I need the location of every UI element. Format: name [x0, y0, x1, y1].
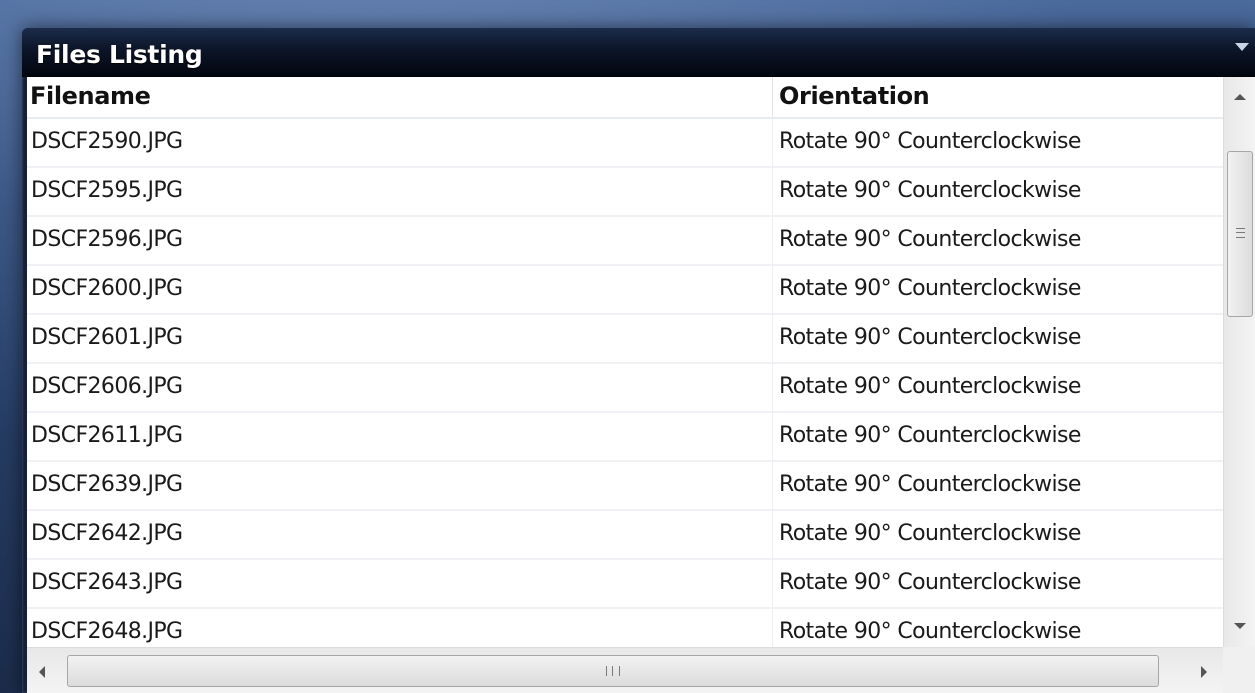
column-header-orientation[interactable]: Orientation: [779, 82, 930, 110]
column-header-filename[interactable]: Filename: [30, 82, 151, 110]
orientation-cell: Rotate 90° Counterclockwise: [779, 521, 1081, 546]
horizontal-scroll-thumb[interactable]: [67, 655, 1159, 687]
filename-cell: DSCF2596.JPG: [31, 227, 183, 252]
vertical-scroll-thumb[interactable]: [1227, 151, 1253, 317]
filename-cell: DSCF2639.JPG: [31, 472, 183, 497]
filename-cell: DSCF2643.JPG: [31, 570, 183, 595]
scroll-up-arrow-icon[interactable]: [1234, 94, 1246, 100]
cell-divider: [772, 266, 773, 315]
filename-cell: DSCF2595.JPG: [31, 178, 183, 203]
panel-titlebar: Files Listing: [22, 28, 1255, 77]
cell-divider: [772, 462, 773, 511]
cell-divider: [772, 511, 773, 560]
cell-divider: [772, 413, 773, 462]
scroll-down-arrow-icon[interactable]: [1234, 623, 1246, 629]
table-row[interactable]: DSCF2606.JPG Rotate 90° Counterclockwise: [27, 364, 1223, 413]
table-row[interactable]: DSCF2595.JPG Rotate 90° Counterclockwise: [27, 168, 1223, 217]
table-row[interactable]: DSCF2642.JPG Rotate 90° Counterclockwise: [27, 511, 1223, 560]
orientation-cell: Rotate 90° Counterclockwise: [779, 227, 1081, 252]
filename-cell: DSCF2642.JPG: [31, 521, 183, 546]
horizontal-scrollbar[interactable]: [27, 647, 1223, 693]
table-header: Filename Orientation: [27, 77, 1223, 119]
table-row[interactable]: DSCF2601.JPG Rotate 90° Counterclockwise: [27, 315, 1223, 364]
table-row[interactable]: DSCF2596.JPG Rotate 90° Counterclockwise: [27, 217, 1223, 266]
files-grid: Filename Orientation DSCF2590.JPG Rotate…: [27, 77, 1255, 693]
vertical-scrollbar[interactable]: [1223, 77, 1255, 647]
column-divider[interactable]: [772, 77, 773, 117]
cell-divider: [772, 315, 773, 364]
cell-divider: [772, 217, 773, 266]
cell-divider: [772, 364, 773, 413]
files-listing-panel: Files Listing Filename Orientation DSCF2…: [22, 28, 1255, 693]
panel-title: Files Listing: [36, 40, 203, 69]
table-row[interactable]: DSCF2639.JPG Rotate 90° Counterclockwise: [27, 462, 1223, 511]
filename-cell: DSCF2648.JPG: [31, 619, 183, 644]
cell-divider: [772, 560, 773, 609]
chevron-down-icon[interactable]: [1235, 43, 1249, 51]
table-body: DSCF2590.JPG Rotate 90° Counterclockwise…: [27, 119, 1223, 647]
table-row[interactable]: DSCF2590.JPG Rotate 90° Counterclockwise: [27, 119, 1223, 168]
orientation-cell: Rotate 90° Counterclockwise: [779, 619, 1081, 644]
table-row[interactable]: DSCF2648.JPG Rotate 90° Counterclockwise: [27, 609, 1223, 647]
table-row[interactable]: DSCF2600.JPG Rotate 90° Counterclockwise: [27, 266, 1223, 315]
filename-cell: DSCF2601.JPG: [31, 325, 183, 350]
table-row[interactable]: DSCF2611.JPG Rotate 90° Counterclockwise: [27, 413, 1223, 462]
orientation-cell: Rotate 90° Counterclockwise: [779, 423, 1081, 448]
filename-cell: DSCF2611.JPG: [31, 423, 183, 448]
table-row[interactable]: DSCF2643.JPG Rotate 90° Counterclockwise: [27, 560, 1223, 609]
orientation-cell: Rotate 90° Counterclockwise: [779, 178, 1081, 203]
grip-icon: [606, 666, 620, 676]
filename-cell: DSCF2600.JPG: [31, 276, 183, 301]
filename-cell: DSCF2590.JPG: [31, 129, 183, 154]
filename-cell: DSCF2606.JPG: [31, 374, 183, 399]
orientation-cell: Rotate 90° Counterclockwise: [779, 325, 1081, 350]
cell-divider: [772, 609, 773, 647]
orientation-cell: Rotate 90° Counterclockwise: [779, 374, 1081, 399]
scrollbar-corner: [1223, 647, 1255, 693]
orientation-cell: Rotate 90° Counterclockwise: [779, 472, 1081, 497]
grip-icon: [1236, 228, 1245, 238]
scroll-left-arrow-icon[interactable]: [39, 666, 45, 678]
orientation-cell: Rotate 90° Counterclockwise: [779, 276, 1081, 301]
cell-divider: [772, 168, 773, 217]
orientation-cell: Rotate 90° Counterclockwise: [779, 570, 1081, 595]
orientation-cell: Rotate 90° Counterclockwise: [779, 129, 1081, 154]
cell-divider: [772, 119, 773, 168]
scroll-right-arrow-icon[interactable]: [1201, 666, 1207, 678]
